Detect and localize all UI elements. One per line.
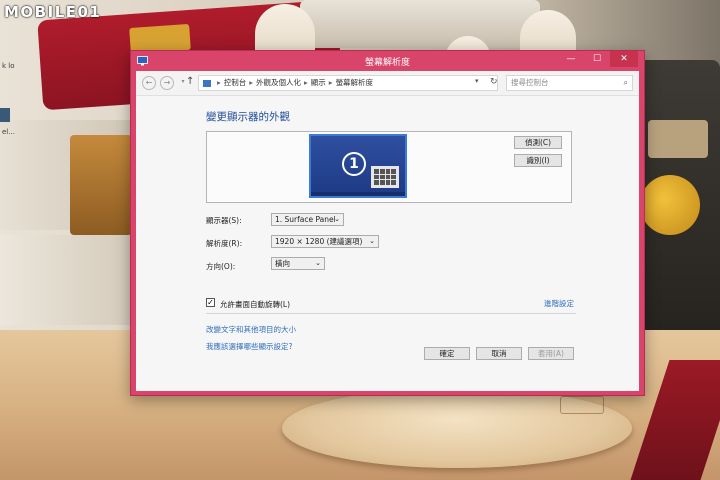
background-radio-window	[648, 120, 708, 158]
monitor-1-thumbnail[interactable]: 1	[309, 134, 407, 198]
section-divider	[206, 313, 576, 314]
minimize-button[interactable]: —	[560, 51, 582, 67]
breadcrumb-dropdown-icon[interactable]: ▾	[475, 77, 479, 85]
background-radio-knob	[640, 175, 700, 235]
text-size-link[interactable]: 改變文字和其他項目的大小	[206, 324, 296, 335]
address-bar: ← → ▾ ↑ ▸ 控制台 ▸ 外觀及個人化 ▸ 顯示 ▸ 螢幕解析度 ▾ ↻ 搜尋控制台 ⌕	[136, 71, 639, 96]
apply-button[interactable]: 套用(A)	[528, 347, 574, 360]
refresh-icon[interactable]: ↻	[490, 77, 498, 87]
chevron-down-icon: ⌄	[315, 259, 321, 267]
breadcrumb[interactable]: ▸ 控制台 ▸ 外觀及個人化 ▸ 顯示 ▸ 螢幕解析度	[198, 75, 498, 91]
breadcrumb-separator: ▸	[304, 78, 308, 87]
auto-rotate-label[interactable]: 允許畫面自動旋轉(L)	[220, 299, 290, 310]
search-input[interactable]: 搜尋控制台 ⌕	[506, 75, 633, 91]
search-placeholder: 搜尋控制台	[511, 78, 549, 87]
title-bar[interactable]: 螢幕解析度 — ☐ ✕	[131, 51, 644, 71]
screen-resolution-window: 螢幕解析度 — ☐ ✕ ← → ▾ ↑ ▸ 控制台 ▸ 外觀及個人化 ▸ 顯示 ▸ 螢幕解析度…	[130, 50, 645, 396]
advanced-settings-link[interactable]: 進階設定	[544, 298, 574, 309]
maximize-button[interactable]: ☐	[586, 51, 608, 67]
ok-button[interactable]: 確定	[424, 347, 470, 360]
breadcrumb-separator: ▸	[249, 78, 254, 87]
identify-button[interactable]: 識別(I)	[514, 154, 562, 167]
breadcrumb-separator: ▸	[328, 78, 333, 87]
background-stand-logo	[560, 396, 604, 414]
monitor-number: 1	[342, 152, 366, 176]
background-book	[0, 235, 140, 325]
breadcrumb-item[interactable]: 顯示	[311, 78, 326, 87]
search-icon[interactable]: ⌕	[624, 76, 628, 90]
desktop-icon-label: el...	[2, 128, 15, 136]
display-select[interactable]: 1. Surface Panel ⌄	[271, 213, 344, 226]
display-help-link[interactable]: 我應該選擇哪些顯示設定?	[206, 341, 292, 352]
background-book-spine	[70, 135, 132, 235]
page-title: 變更顯示器的外觀	[206, 111, 290, 123]
resolution-select[interactable]: 1920 × 1280 (建議選項) ⌄	[271, 235, 379, 248]
up-arrow-icon[interactable]: ↑	[186, 76, 194, 87]
watermark-logo: MOBILE01	[4, 3, 102, 21]
desktop-icon[interactable]	[0, 108, 10, 122]
orientation-select-value: 橫向	[275, 259, 290, 268]
orientation-label: 方向(O):	[206, 262, 236, 271]
cancel-button[interactable]: 取消	[476, 347, 522, 360]
monitor-taskbar	[311, 192, 405, 196]
breadcrumb-item[interactable]: 控制台	[224, 78, 247, 87]
back-arrow-icon[interactable]: ←	[142, 76, 156, 90]
control-panel-icon	[203, 79, 211, 87]
window-content: ← → ▾ ↑ ▸ 控制台 ▸ 外觀及個人化 ▸ 顯示 ▸ 螢幕解析度 ▾ ↻ 搜尋控制台 ⌕…	[136, 71, 639, 391]
auto-rotate-checkbox[interactable]: ✓	[206, 298, 215, 307]
background-book	[300, 0, 540, 48]
desktop-icon-label: k lo	[2, 62, 15, 70]
chevron-down-icon: ⌄	[369, 237, 375, 245]
display-select-value: 1. Surface Panel	[275, 215, 336, 224]
breadcrumb-item[interactable]: 螢幕解析度	[336, 78, 374, 87]
monitor-arrangement-panel: 1 偵測(C) 識別(I)	[206, 131, 572, 203]
display-label: 顯示器(S):	[206, 216, 242, 225]
chevron-down-icon: ⌄	[334, 215, 340, 223]
resolution-label: 解析度(R):	[206, 239, 243, 248]
start-screen-icon	[371, 166, 399, 188]
orientation-select[interactable]: 橫向 ⌄	[271, 257, 325, 270]
forward-arrow-icon[interactable]: →	[160, 76, 174, 90]
resolution-select-value: 1920 × 1280 (建議選項)	[275, 237, 363, 246]
checkmark-icon: ✓	[207, 298, 214, 307]
breadcrumb-separator: ▸	[217, 78, 221, 87]
detect-button[interactable]: 偵測(C)	[514, 136, 562, 149]
close-button[interactable]: ✕	[610, 51, 638, 67]
breadcrumb-item[interactable]: 外觀及個人化	[256, 78, 301, 87]
